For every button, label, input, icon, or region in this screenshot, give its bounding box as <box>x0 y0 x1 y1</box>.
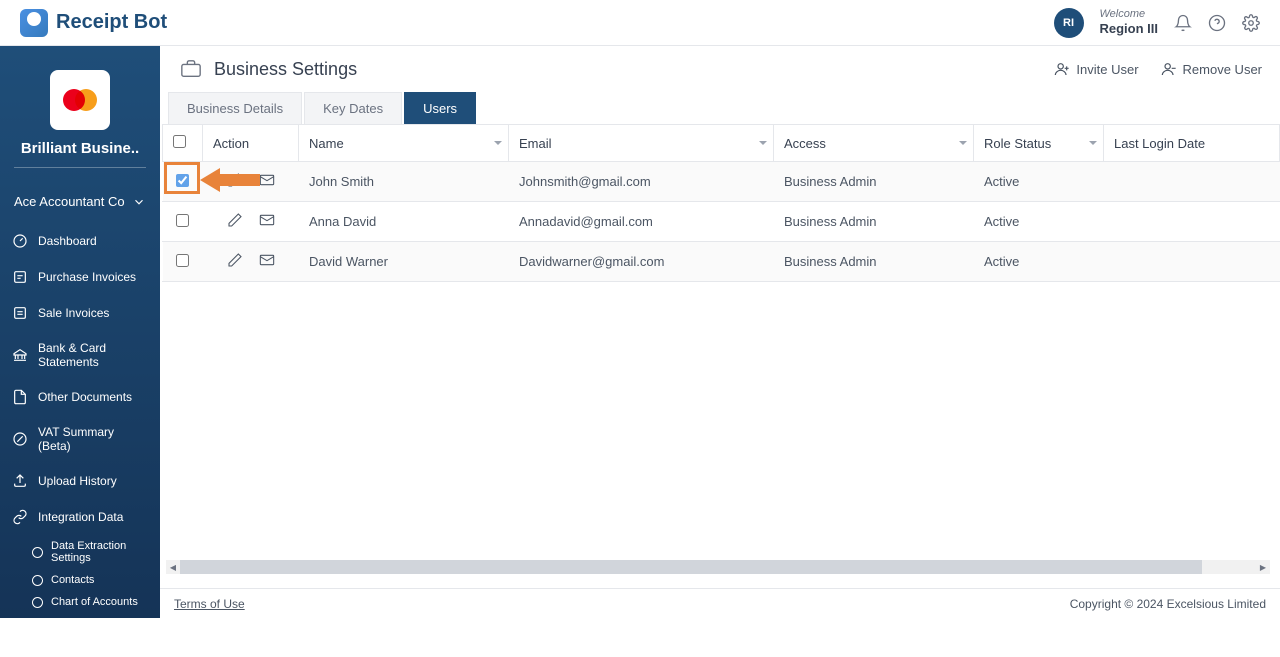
gear-icon[interactable] <box>1242 14 1260 32</box>
mail-icon[interactable] <box>258 212 276 228</box>
user-minus-icon <box>1161 61 1177 77</box>
mail-icon[interactable] <box>258 172 276 188</box>
sub-item-vat-gst-rates[interactable]: VAT/GST Rates <box>20 635 160 657</box>
bell-icon[interactable] <box>1174 14 1192 32</box>
cell-access: Business Admin <box>774 242 974 282</box>
column-last-login[interactable]: Last Login Date <box>1104 125 1280 162</box>
edit-icon[interactable] <box>226 212 244 228</box>
company-card: Brilliant Busine.. <box>0 70 160 178</box>
tab-business-details[interactable]: Business Details <box>168 92 302 124</box>
terms-link[interactable]: Terms of Use <box>174 597 245 611</box>
copyright-text: Copyright © 2024 Excelsious Limited <box>1070 597 1266 611</box>
sub-item-payment-methods[interactable]: Payment Methods <box>20 613 160 635</box>
logo-area: Receipt Bot <box>20 9 167 37</box>
tab-key-dates[interactable]: Key Dates <box>304 92 402 124</box>
tab-users[interactable]: Users <box>404 92 476 124</box>
cell-name: Anna David <box>299 202 509 242</box>
welcome-block: Welcome Region III <box>1100 8 1159 37</box>
mastercard-icon <box>63 89 97 111</box>
table-row: Anna David Annadavid@gmail.com Business … <box>163 202 1280 242</box>
table-row: David Warner Davidwarner@gmail.com Busin… <box>163 242 1280 282</box>
cell-role-status: Active <box>974 242 1104 282</box>
sidebar-item-dashboard[interactable]: Dashboard <box>0 223 160 259</box>
sidebar-item-vat-summary[interactable]: VAT Summary (Beta) <box>0 415 160 463</box>
select-all-checkbox[interactable] <box>173 135 186 148</box>
page-title: Business Settings <box>214 59 357 80</box>
row-checkbox[interactable] <box>176 214 189 227</box>
user-name: Region III <box>1100 21 1159 37</box>
table-row: John Smith Johnsmith@gmail.com Business … <box>163 162 1280 202</box>
scroll-right-icon[interactable]: ▶ <box>1256 560 1270 574</box>
cell-name: John Smith <box>299 162 509 202</box>
users-table: Action Name Email Access Role Status Las… <box>162 124 1280 282</box>
cell-name: David Warner <box>299 242 509 282</box>
main-content: Business Settings Invite User Remove Use… <box>160 46 1280 618</box>
user-avatar[interactable]: RI <box>1054 8 1084 38</box>
mail-icon[interactable] <box>258 252 276 268</box>
cell-role-status: Active <box>974 202 1104 242</box>
tabs: Business Details Key Dates Users <box>160 84 1280 124</box>
accountant-selector[interactable]: Ace Accountant Co <box>0 186 160 223</box>
sidebar-item-other-documents[interactable]: Other Documents <box>0 379 160 415</box>
sort-arrow-icon <box>494 141 502 145</box>
sidebar-item-bank-card[interactable]: Bank & Card Statements <box>0 331 160 379</box>
upload-icon <box>12 473 28 489</box>
column-action: Action <box>203 125 299 162</box>
edit-icon[interactable] <box>226 172 244 188</box>
cell-access: Business Admin <box>774 162 974 202</box>
remove-user-button[interactable]: Remove User <box>1161 61 1262 77</box>
header-right: RI Welcome Region III <box>1054 8 1261 38</box>
scroll-left-icon[interactable]: ◀ <box>166 560 180 574</box>
invite-user-button[interactable]: Invite User <box>1054 61 1138 77</box>
sort-arrow-icon <box>1089 141 1097 145</box>
sale-icon <box>12 305 28 321</box>
cell-role-status: Active <box>974 162 1104 202</box>
scroll-thumb[interactable] <box>180 560 1202 574</box>
horizontal-scrollbar[interactable]: ◀ ▶ <box>166 560 1270 574</box>
gauge-icon <box>12 233 28 249</box>
cell-email: Davidwarner@gmail.com <box>509 242 774 282</box>
sort-arrow-icon <box>959 141 967 145</box>
sidebar: Brilliant Busine.. Ace Accountant Co Das… <box>0 46 160 618</box>
app-logo-icon <box>20 9 48 37</box>
document-icon <box>12 389 28 405</box>
chevron-down-icon <box>132 195 146 209</box>
user-plus-icon <box>1054 61 1070 77</box>
column-email[interactable]: Email <box>509 125 774 162</box>
company-logo <box>50 70 110 130</box>
percent-icon <box>12 431 28 447</box>
column-name[interactable]: Name <box>299 125 509 162</box>
cell-email: Annadavid@gmail.com <box>509 202 774 242</box>
cell-last-login <box>1104 202 1280 242</box>
company-name: Brilliant Busine.. <box>0 140 160 157</box>
accountant-label: Ace Accountant Co <box>14 194 125 209</box>
help-icon[interactable] <box>1208 14 1226 32</box>
row-checkbox[interactable] <box>176 254 189 267</box>
link-icon <box>12 509 28 525</box>
bank-icon <box>12 347 28 363</box>
row-checkbox[interactable] <box>176 174 189 187</box>
cell-email: Johnsmith@gmail.com <box>509 162 774 202</box>
sub-item-data-extraction[interactable]: Data Extraction Settings <box>20 535 160 569</box>
sub-item-chart-accounts[interactable]: Chart of Accounts <box>20 591 160 613</box>
sidebar-item-upload-history[interactable]: Upload History <box>0 463 160 499</box>
sub-item-contacts[interactable]: Contacts <box>20 569 160 591</box>
sort-arrow-icon <box>759 141 767 145</box>
app-brand-name: Receipt Bot <box>56 11 167 34</box>
sidebar-item-purchase-invoices[interactable]: Purchase Invoices <box>0 259 160 295</box>
select-all-header <box>163 125 203 162</box>
welcome-label: Welcome <box>1100 8 1159 21</box>
purchase-icon <box>12 269 28 285</box>
app-header: Receipt Bot RI Welcome Region III <box>0 0 1280 46</box>
column-role-status[interactable]: Role Status <box>974 125 1104 162</box>
edit-icon[interactable] <box>226 252 244 268</box>
sidebar-item-sale-invoices[interactable]: Sale Invoices <box>0 295 160 331</box>
cell-last-login <box>1104 242 1280 282</box>
briefcase-icon <box>178 58 204 80</box>
sidebar-item-integration-data[interactable]: Integration Data <box>0 499 160 535</box>
cell-access: Business Admin <box>774 202 974 242</box>
cell-last-login <box>1104 162 1280 202</box>
column-access[interactable]: Access <box>774 125 974 162</box>
footer: Terms of Use Copyright © 2024 Excelsious… <box>160 588 1280 618</box>
